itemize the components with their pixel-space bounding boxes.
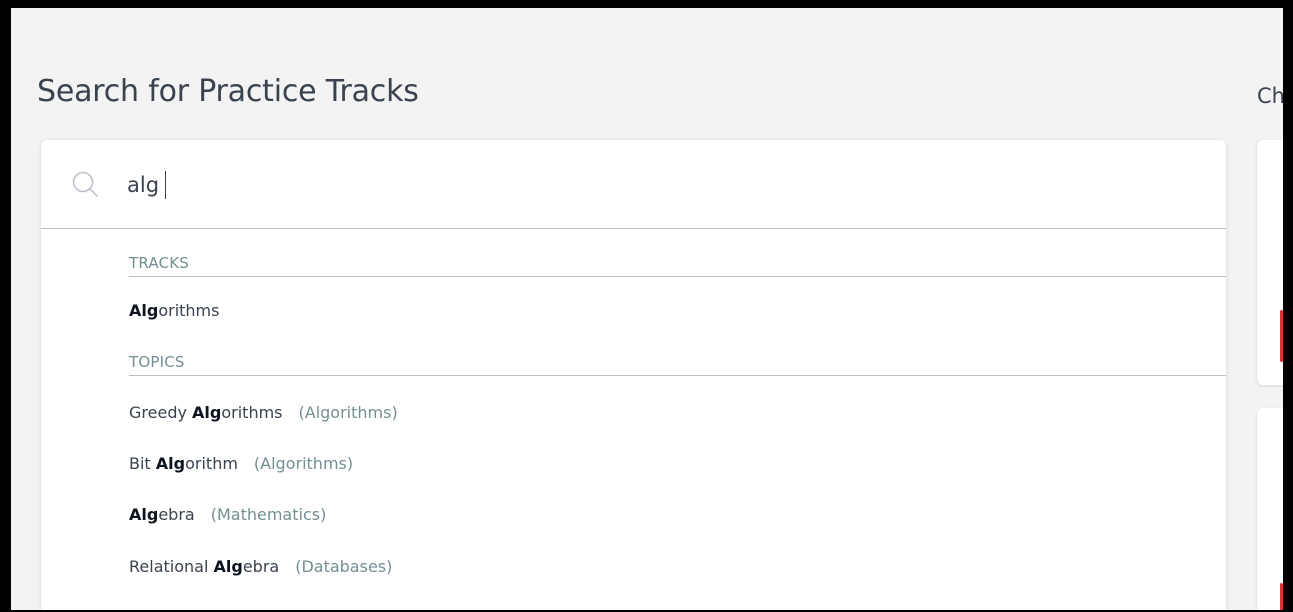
suggestion-match: Alg xyxy=(129,301,159,320)
section-header-tracks: TRACKS xyxy=(129,254,1226,277)
suggestion-prefix: Relational xyxy=(129,557,214,576)
suggestion-prefix: Greedy xyxy=(129,403,193,422)
right-panel-heading: Ch xyxy=(1257,84,1283,108)
suggestion-prefix: Bit xyxy=(129,454,156,473)
suggestion-match: Alg xyxy=(155,454,186,473)
search-card: TRACKS Algorithms TOPICS Greedy Algorith… xyxy=(41,140,1226,610)
right-card-button-edge[interactable] xyxy=(1280,310,1283,362)
page-title: Search for Practice Tracks xyxy=(37,74,419,109)
text-caret xyxy=(165,171,166,199)
suggestion-match: Alg xyxy=(213,557,243,576)
suggestion-context: (Algorithms) xyxy=(298,403,398,422)
right-card-button-edge[interactable] xyxy=(1280,583,1283,610)
suggestion-rest: orithm xyxy=(185,454,238,473)
search-bar xyxy=(41,140,1226,229)
suggestion-match: Alg xyxy=(192,403,222,422)
suggestion-rest: orithms xyxy=(158,301,220,320)
suggestion-item-topic[interactable]: Bit Algorithm (Algorithms) xyxy=(129,454,353,473)
search-input[interactable] xyxy=(127,165,727,205)
suggestion-rest: ebra xyxy=(242,557,280,576)
suggestion-item-topic[interactable]: Algebra (Mathematics) xyxy=(129,505,326,524)
right-card[interactable] xyxy=(1257,140,1283,385)
right-card[interactable] xyxy=(1257,408,1283,610)
suggestion-match: Alg xyxy=(129,505,159,524)
suggestion-context: (Mathematics) xyxy=(210,505,327,524)
search-icon xyxy=(72,171,98,197)
suggestion-rest: orithms xyxy=(221,403,283,422)
suggestion-context: (Algorithms) xyxy=(253,454,354,473)
section-header-topics: TOPICS xyxy=(129,353,1226,376)
suggestion-item-topic[interactable]: Greedy Algorithms (Algorithms) xyxy=(129,403,398,422)
suggestion-item-track[interactable]: Algorithms xyxy=(129,301,219,320)
suggestion-context: (Databases) xyxy=(295,557,393,576)
suggestion-item-topic[interactable]: Relational Algebra (Databases) xyxy=(129,557,392,576)
page-viewport: Search for Practice Tracks Ch TRACKS Alg… xyxy=(11,8,1283,610)
suggestion-rest: ebra xyxy=(158,505,195,524)
